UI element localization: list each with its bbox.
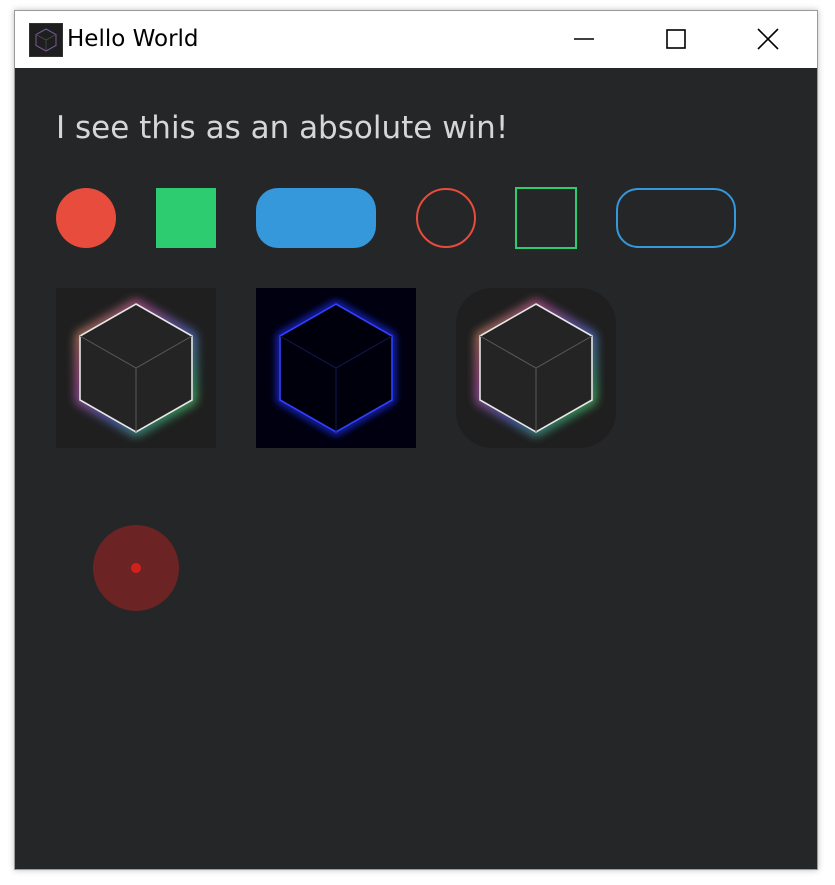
filled-circle xyxy=(56,188,116,248)
filled-pill xyxy=(256,188,376,248)
title-bar[interactable]: Hello World xyxy=(15,11,817,68)
maximize-icon xyxy=(666,29,686,49)
cube-icon xyxy=(29,23,63,57)
cube-icon-rainbow-glow-rounded xyxy=(456,288,616,448)
app-window: Hello World I see this as an absolute wi… xyxy=(14,10,818,870)
maximize-button[interactable] xyxy=(630,11,722,68)
main-content: I see this as an absolute win! xyxy=(15,68,817,870)
minimize-icon xyxy=(574,38,594,40)
headline-text: I see this as an absolute win! xyxy=(56,110,509,146)
minimize-button[interactable] xyxy=(538,11,630,68)
cube-icon-blue-glow xyxy=(256,288,416,448)
cube-icon-rainbow-glow xyxy=(56,288,216,448)
close-icon xyxy=(757,28,779,50)
window-title: Hello World xyxy=(67,26,199,52)
outlined-pill xyxy=(616,188,736,248)
red-dot-indicator xyxy=(93,525,179,611)
outlined-circle xyxy=(416,188,476,248)
close-button[interactable] xyxy=(722,11,814,68)
outlined-square xyxy=(515,187,577,249)
red-dot-center xyxy=(131,563,141,573)
filled-square xyxy=(156,188,216,248)
